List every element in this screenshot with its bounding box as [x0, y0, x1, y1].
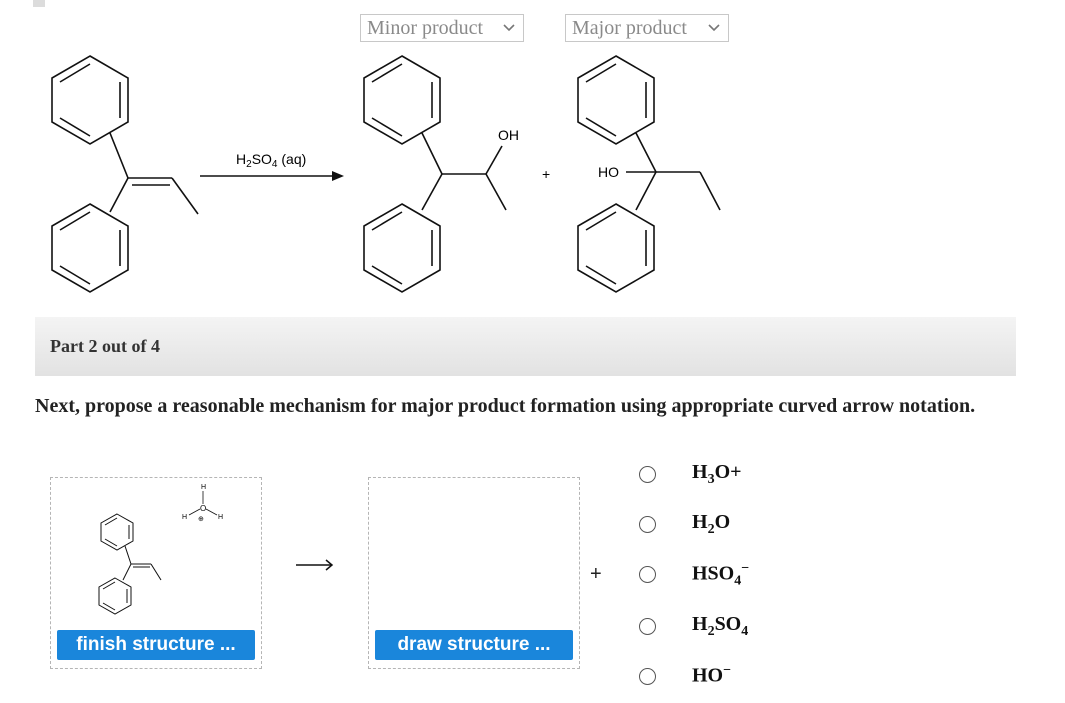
- starting-structure: H O H H ⊕: [98, 484, 223, 615]
- corner-mark: [33, 0, 45, 7]
- benzene-ring: [100, 513, 134, 551]
- option-label: HO−: [692, 663, 732, 687]
- chevron-down-icon: [503, 24, 515, 32]
- minor-product-dropdown-value: Minor product: [367, 17, 484, 39]
- benzene-ring: [577, 55, 655, 145]
- draw-structure-button[interactable]: draw structure ...: [375, 630, 573, 660]
- radio-button[interactable]: [639, 516, 656, 533]
- minor-product-structure: OH: [363, 55, 519, 293]
- svg-text:H: H: [218, 514, 223, 521]
- benzene-ring: [51, 203, 129, 293]
- part-banner: Part 2 out of 4: [35, 317, 1016, 376]
- radio-button[interactable]: [639, 618, 656, 635]
- hydroxyl-label: OH: [498, 127, 519, 143]
- draw-structure-box[interactable]: draw structure ...: [368, 477, 580, 669]
- major-product-dropdown[interactable]: Major product: [565, 14, 729, 42]
- minor-product-dropdown[interactable]: Minor product: [360, 14, 524, 42]
- finish-structure-button[interactable]: finish structure ...: [57, 630, 255, 660]
- svg-text:H: H: [201, 484, 206, 491]
- benzene-ring: [363, 203, 441, 293]
- hydronium-ion: H O H H ⊕: [182, 484, 223, 523]
- radio-button[interactable]: [639, 566, 656, 583]
- plus-sign: +: [590, 563, 602, 585]
- starting-structure-box[interactable]: H O H H ⊕ finish structure ...: [50, 477, 262, 669]
- reactant-structure: [51, 55, 199, 293]
- question-text: Next, propose a reasonable mechanism for…: [35, 395, 976, 417]
- option-hso4-minus[interactable]: HSO4−: [632, 561, 832, 591]
- radio-button[interactable]: [639, 466, 656, 483]
- svg-text:O: O: [200, 504, 206, 513]
- option-h2so4[interactable]: H2SO4: [632, 613, 832, 643]
- major-product-structure: HO: [577, 55, 721, 293]
- part-label: Part 2 out of 4: [50, 336, 160, 356]
- svg-text:H: H: [182, 514, 187, 521]
- hydroxyl-label: HO: [598, 164, 619, 180]
- option-label: H3O+: [692, 461, 742, 487]
- reaction-arrow: [200, 171, 344, 181]
- option-label: HSO4−: [692, 561, 750, 589]
- option-ho-minus[interactable]: HO−: [632, 663, 832, 693]
- benzene-ring: [363, 55, 441, 145]
- reaction-arrow-icon: [294, 557, 336, 578]
- chevron-down-icon: [708, 24, 720, 32]
- option-h3o-plus[interactable]: H3O+: [632, 461, 832, 491]
- major-product-dropdown-value: Major product: [572, 17, 687, 39]
- benzene-ring: [98, 577, 132, 615]
- reagent-label: H2SO4 (aq): [236, 151, 306, 170]
- reaction-scheme: H2SO4 (aq) OH + HO: [51, 55, 721, 293]
- benzene-ring: [51, 55, 129, 145]
- radio-button[interactable]: [639, 668, 656, 685]
- benzene-ring: [577, 203, 655, 293]
- option-label: H2O: [692, 511, 731, 537]
- option-label: H2SO4: [692, 613, 749, 639]
- option-h2o[interactable]: H2O: [632, 511, 832, 541]
- plus-sign: +: [542, 166, 550, 182]
- positive-charge-icon: ⊕: [198, 516, 204, 523]
